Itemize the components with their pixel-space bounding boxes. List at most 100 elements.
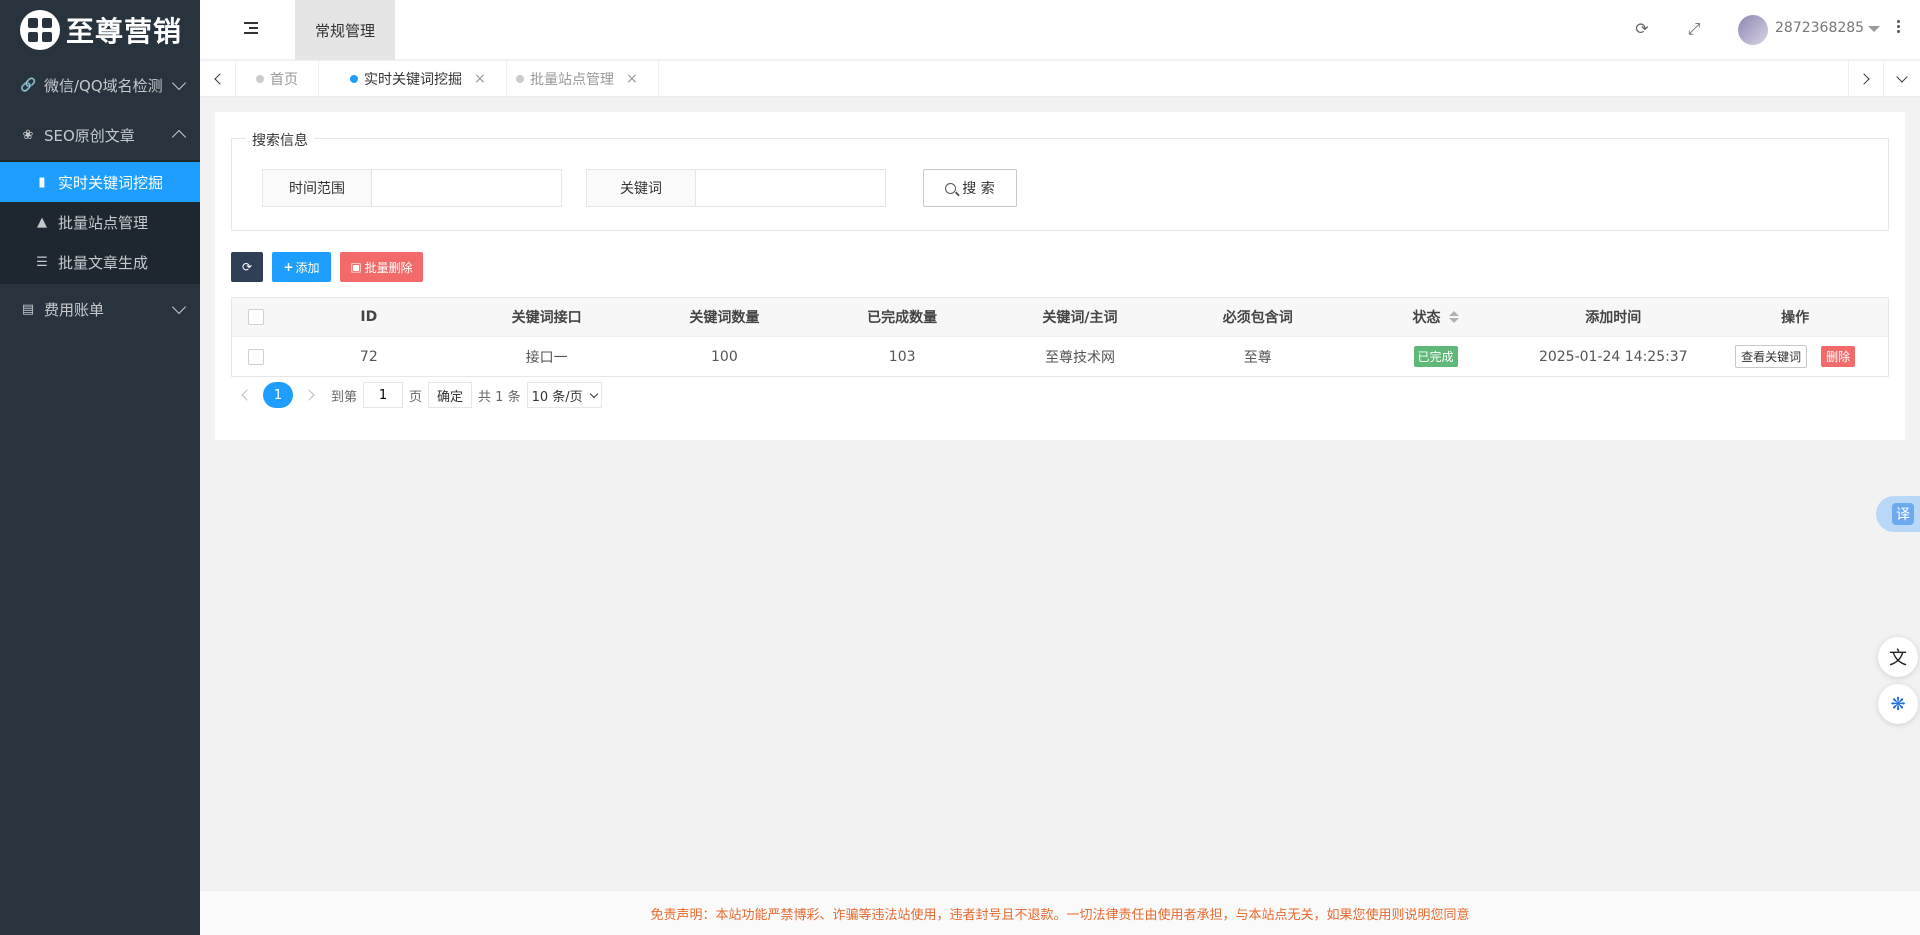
row-checkbox[interactable] [247,348,264,365]
view-keywords-button[interactable]: 查看关键词 [1735,345,1808,368]
sidebar-group-seo[interactable]: ❀ SEO原创文章 [0,110,200,160]
add-button[interactable]: + 添加 [272,252,331,282]
chevron-right-icon [1858,73,1870,85]
col-header-count[interactable]: 关键词数量 [636,307,814,327]
sidebar-group-billing[interactable]: ▤ 费用账单 [0,284,200,334]
search-button[interactable]: 搜 索 [923,169,1017,207]
tab-menu-button[interactable] [1884,61,1920,97]
batch-delete-button[interactable]: ▣ 批量删除 [340,252,423,282]
delete-button[interactable]: 删除 [1821,346,1856,367]
tab-label: 实时关键词挖掘 [364,72,462,88]
avatar[interactable] [1738,15,1768,45]
col-header-status[interactable]: 状态 [1347,307,1525,327]
refresh-icon: ⟳ [241,260,253,274]
chevron-down-icon [171,75,187,91]
language-icon: 文 [1889,648,1907,669]
sidebar-group-label: 微信/QQ域名检测 [44,76,163,95]
cell-id: 72 [359,348,378,365]
paw-icon: ❀ [22,127,34,143]
refresh-button[interactable]: ⟳ [231,252,263,282]
search-button-label: 搜 索 [962,181,995,197]
language-float-button[interactable]: 文 [1878,637,1918,677]
sidebar-item-site-management[interactable]: ▲ 批量站点管理 [0,202,200,242]
chevron-left-icon [241,389,253,401]
col-header-done[interactable]: 已完成数量 [813,307,991,327]
caret-down-icon[interactable] [1868,26,1880,32]
logo-text: 至尊营销 [66,15,183,48]
link-icon: 🔗 [20,77,37,93]
total-count: 共 1 条 [478,389,521,405]
cell-main-word: 至尊技术网 [1044,349,1115,366]
refresh-icon[interactable]: ⟳ [1633,20,1651,38]
batch-delete-label: 批量删除 [364,260,413,275]
page-size-value: 10 条/页 [531,389,583,405]
keyword-label: 关键词 [586,169,696,207]
cell-actions: 查看关键词 删除 [1702,345,1888,368]
content-card: 搜索信息 时间范围 关键词 搜 索 ⟳ + 添加 ▣ 批量删除 ID 关键词接口… [215,112,1905,440]
page-unit-label: 页 [409,389,423,405]
sitemap-icon: ▲ [37,214,47,230]
cell-added-time: 2025-01-24 14:25:37 [1538,348,1688,365]
sidebar-item-article-generation[interactable]: ☰ 批量文章生成 [0,242,200,282]
fullscreen-icon[interactable]: ⤢ [1685,20,1703,38]
goto-confirm-button[interactable]: 确定 [428,382,473,408]
username[interactable]: 2872368285 [1775,20,1864,36]
translate-icon: 译 [1892,503,1914,525]
page-size-select[interactable]: 10 条/页 [526,382,602,408]
tab-scroll-right-button[interactable] [1848,61,1884,97]
time-range-input[interactable] [372,169,562,207]
col-header-must-include[interactable]: 必须包含词 [1169,307,1347,327]
status-badge: 已完成 [1413,346,1458,367]
sidebar-item-label: 批量站点管理 [58,213,149,232]
keyword-table: ID 关键词接口 关键词数量 已完成数量 关键词/主词 必须包含词 状态 添加时… [231,297,1889,377]
chevron-up-icon [171,129,187,145]
time-range-label: 时间范围 [262,169,372,207]
menu-toggle-icon[interactable] [244,22,258,36]
chevron-left-icon [213,73,226,85]
cell-must-include: 至尊 [1243,349,1272,366]
header-tab-general[interactable]: 常规管理 [295,0,395,60]
translate-float-button[interactable]: 译 [1876,496,1920,532]
sidebar-submenu-seo: ▮ 实时关键词挖掘 ▲ 批量站点管理 ☰ 批量文章生成 [0,160,200,284]
sidebar-group-label: SEO原创文章 [44,126,135,145]
sidebar-group-domain-check[interactable]: 🔗 微信/QQ域名检测 [0,60,200,110]
goto-page-input[interactable] [363,382,404,408]
network-icon: ❋ [1890,693,1906,715]
tab-site-management[interactable]: 批量站点管理 × [496,61,659,97]
select-all-checkbox[interactable] [247,309,264,325]
col-header-id[interactable]: ID [280,309,458,325]
next-page-button[interactable] [297,382,325,408]
cell-count: 100 [711,348,738,365]
tab-keyword-mining[interactable]: 实时关键词挖掘 × [330,61,507,97]
chevron-right-icon [303,389,315,401]
tab-label: 批量站点管理 [530,72,614,88]
current-page[interactable]: 1 [263,382,293,408]
row-select-cell [232,348,280,365]
col-header-api[interactable]: 关键词接口 [458,307,636,327]
bill-icon: ▤ [21,301,35,317]
sidebar-item-keyword-mining[interactable]: ▮ 实时关键词挖掘 [0,162,200,202]
close-icon[interactable]: × [474,71,486,87]
chevron-down-icon [589,389,598,398]
tab-dot-icon [256,75,264,83]
sort-icon[interactable] [1448,311,1459,323]
more-vertical-icon[interactable] [1897,20,1901,35]
col-header-main-word[interactable]: 关键词/主词 [991,307,1169,327]
col-header-added-time[interactable]: 添加时间 [1524,307,1702,327]
tab-label: 首页 [270,72,298,88]
cell-done: 103 [888,348,916,365]
sidebar-item-label: 批量文章生成 [58,253,149,272]
keyword-input[interactable] [696,169,886,207]
tab-scroll-left-button[interactable] [200,61,236,97]
close-icon[interactable]: × [626,71,638,87]
search-icon [945,182,957,194]
plus-icon: + [283,260,294,274]
tab-home[interactable]: 首页 [236,61,319,97]
sidebar-item-label: 实时关键词挖掘 [58,173,164,192]
prev-page-button[interactable] [231,382,259,408]
network-float-button[interactable]: ❋ [1878,684,1918,724]
list-icon: ☰ [36,254,48,270]
col-header-actions: 操作 [1781,310,1810,326]
cell-status: 已完成 [1347,346,1525,367]
logo[interactable]: 至尊营销 [0,0,200,60]
